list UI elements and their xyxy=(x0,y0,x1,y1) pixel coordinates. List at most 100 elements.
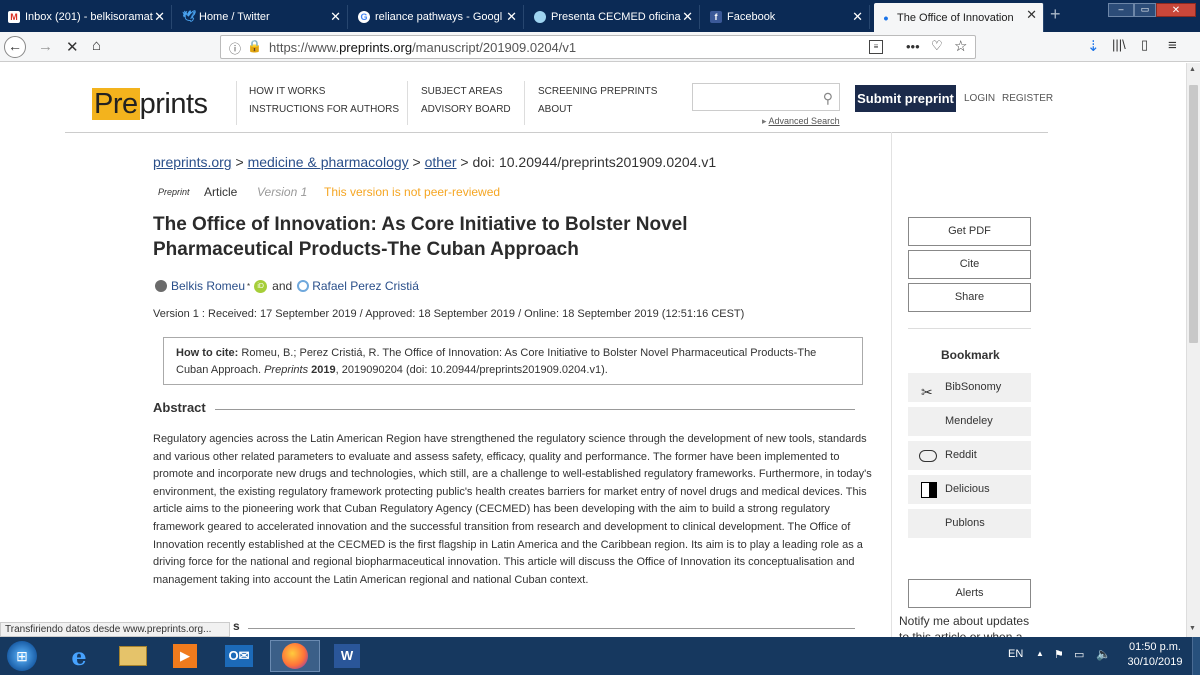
breadcrumb-subcategory[interactable]: other xyxy=(425,154,457,170)
tab-facebook[interactable]: f Facebook ✕ xyxy=(704,5,870,29)
divider xyxy=(407,81,408,125)
submit-preprint-button[interactable]: Submit preprint xyxy=(855,85,956,112)
page-actions-icon[interactable]: ••• xyxy=(906,39,920,54)
alerts-button[interactable]: Alerts xyxy=(908,579,1031,608)
taskbar-firefox[interactable] xyxy=(270,640,320,672)
sidebar-icon[interactable]: ▯ xyxy=(1141,37,1148,53)
bookmark-delicious[interactable]: Delicious xyxy=(908,475,1031,504)
loading-dot-icon: • xyxy=(883,9,889,26)
page-viewport: Preprints HOW IT WORKS INSTRUCTIONS FOR … xyxy=(0,63,1186,637)
taskbar-ie[interactable]: e xyxy=(58,640,100,672)
tab-preprints-active[interactable]: • The Office of Innovation ✕ xyxy=(874,3,1044,32)
tab-gmail[interactable]: M Inbox (201) - belkisoramat ✕ xyxy=(2,5,172,29)
volume-icon[interactable]: 🔈 xyxy=(1096,647,1111,661)
language-indicator[interactable]: EN xyxy=(1008,648,1023,660)
version-dates: Version 1 : Received: 17 September 2019 … xyxy=(153,308,745,320)
close-icon[interactable]: ✕ xyxy=(506,9,517,25)
divider xyxy=(236,81,237,125)
stop-icon[interactable]: ✕ xyxy=(66,38,79,56)
tab-label: Home / Twitter xyxy=(199,11,270,23)
url-path: /manuscript/201909.0204/v1 xyxy=(412,40,577,55)
orcid-icon[interactable]: iD xyxy=(254,279,268,293)
close-icon[interactable]: ✕ xyxy=(852,9,863,25)
author-link[interactable]: Belkis Romeu xyxy=(171,279,245,293)
close-icon[interactable]: ✕ xyxy=(1026,7,1037,23)
bookmark-mendeley[interactable]: Mendeley xyxy=(908,407,1031,436)
back-button[interactable]: ← xyxy=(4,36,26,58)
bookmark-heading: Bookmark xyxy=(941,348,1000,362)
author-link[interactable]: Rafael Perez Cristiá xyxy=(312,279,419,293)
preprints-logo[interactable]: Preprints xyxy=(92,88,208,121)
menu-icon[interactable]: ≡ xyxy=(1168,37,1177,54)
outlook-icon: O✉ xyxy=(225,645,253,667)
bookmark-bibsonomy[interactable]: ✂ BibSonomy xyxy=(908,373,1031,402)
tab-twitter[interactable]: 🕊 Home / Twitter ✕ xyxy=(176,5,348,29)
reader-view-icon[interactable]: ≡ xyxy=(869,40,883,54)
close-icon[interactable]: ✕ xyxy=(154,9,165,25)
bookmark-label: Publons xyxy=(945,517,985,529)
login-link[interactable]: LOGIN xyxy=(964,93,995,104)
maximize-button[interactable]: ▭ xyxy=(1134,3,1156,17)
menu-screening[interactable]: SCREENING PREPRINTS xyxy=(538,86,657,97)
breadcrumb-category[interactable]: medicine & pharmacology xyxy=(248,154,409,170)
google-icon: G xyxy=(358,11,370,23)
minimize-button[interactable]: – xyxy=(1108,3,1134,17)
clock-date: 30/10/2019 xyxy=(1127,656,1183,668)
bookmark-reddit[interactable]: Reddit xyxy=(908,441,1031,470)
search-input[interactable]: ⚲ xyxy=(692,83,840,111)
info-icon[interactable]: ⓘ xyxy=(229,40,241,57)
close-icon[interactable]: ✕ xyxy=(330,9,341,25)
clock[interactable]: 01:50 p.m. 30/10/2019 xyxy=(1124,641,1186,668)
new-tab-button[interactable]: + xyxy=(1050,4,1061,25)
vertical-scrollbar[interactable]: ▲ ▼ xyxy=(1186,63,1200,637)
bookmark-star-icon[interactable]: ☆ xyxy=(954,37,967,55)
divider xyxy=(524,81,525,125)
window-close-button[interactable]: ✕ xyxy=(1156,3,1196,17)
menu-about[interactable]: ABOUT xyxy=(538,104,572,115)
share-button[interactable]: Share xyxy=(908,283,1031,312)
start-button[interactable]: ⊞ xyxy=(2,640,42,672)
show-desktop-button[interactable] xyxy=(1192,637,1200,675)
menu-subject-areas[interactable]: SUBJECT AREAS xyxy=(421,86,503,97)
cite-button[interactable]: Cite xyxy=(908,250,1031,279)
taskbar-explorer[interactable] xyxy=(112,640,154,672)
forward-icon[interactable]: → xyxy=(38,38,53,55)
taskbar-media-player[interactable]: ▶ xyxy=(164,640,206,672)
lock-icon: 🔒 xyxy=(247,39,262,53)
word-icon: W xyxy=(334,644,360,668)
get-pdf-button[interactable]: Get PDF xyxy=(908,217,1031,246)
scroll-down-icon[interactable]: ▼ xyxy=(1189,625,1196,632)
windows-taskbar: ⊞ e ▶ O✉ W EN ▲ ⚑ ▭ 🔈 01:50 p.m. 30/10/2… xyxy=(0,637,1200,675)
tab-label: reliance pathways - Googl xyxy=(375,11,503,23)
bookmark-label: Reddit xyxy=(945,449,977,461)
firefox-icon xyxy=(282,643,308,669)
network-icon[interactable]: ▭ xyxy=(1074,648,1084,661)
status-bar: Transfiriendo datos desde www.preprints.… xyxy=(0,622,230,637)
tab-google[interactable]: G reliance pathways - Googl ✕ xyxy=(352,5,524,29)
menu-advisory-board[interactable]: ADVISORY BOARD xyxy=(421,104,511,115)
breadcrumb-home[interactable]: preprints.org xyxy=(153,154,232,170)
taskbar-outlook[interactable]: O✉ xyxy=(218,640,260,672)
show-hidden-icons[interactable]: ▲ xyxy=(1036,649,1044,658)
pocket-icon[interactable]: ♡ xyxy=(931,38,943,54)
scroll-up-icon[interactable]: ▲ xyxy=(1189,66,1196,73)
search-icon[interactable]: ⚲ xyxy=(823,90,833,107)
download-icon[interactable]: ⇣ xyxy=(1087,37,1100,55)
taskbar-word[interactable]: W xyxy=(326,640,368,672)
tab-cecmed[interactable]: Presenta CECMED oficina ✕ xyxy=(528,5,700,29)
menu-instructions[interactable]: INSTRUCTIONS FOR AUTHORS xyxy=(249,104,399,115)
and-text: and xyxy=(272,279,293,293)
library-icon[interactable]: |||\ xyxy=(1112,37,1126,52)
home-icon[interactable]: ⌂ xyxy=(92,37,101,54)
corresponding-mark: * xyxy=(247,281,251,291)
sidebar-divider xyxy=(891,132,892,637)
scrollbar-thumb[interactable] xyxy=(1189,85,1198,343)
bookmark-publons[interactable]: Publons xyxy=(908,509,1031,538)
action-center-icon[interactable]: ⚑ xyxy=(1054,648,1064,661)
advanced-search-link[interactable]: ▸ Advanced Search xyxy=(762,116,840,127)
section-divider xyxy=(248,628,855,629)
menu-how-it-works[interactable]: HOW IT WORKS xyxy=(249,86,325,97)
close-icon[interactable]: ✕ xyxy=(682,9,693,25)
register-link[interactable]: REGISTER xyxy=(1002,93,1053,104)
address-bar[interactable]: ⓘ 🔒 https://www.preprints.org/manuscript… xyxy=(220,35,976,59)
